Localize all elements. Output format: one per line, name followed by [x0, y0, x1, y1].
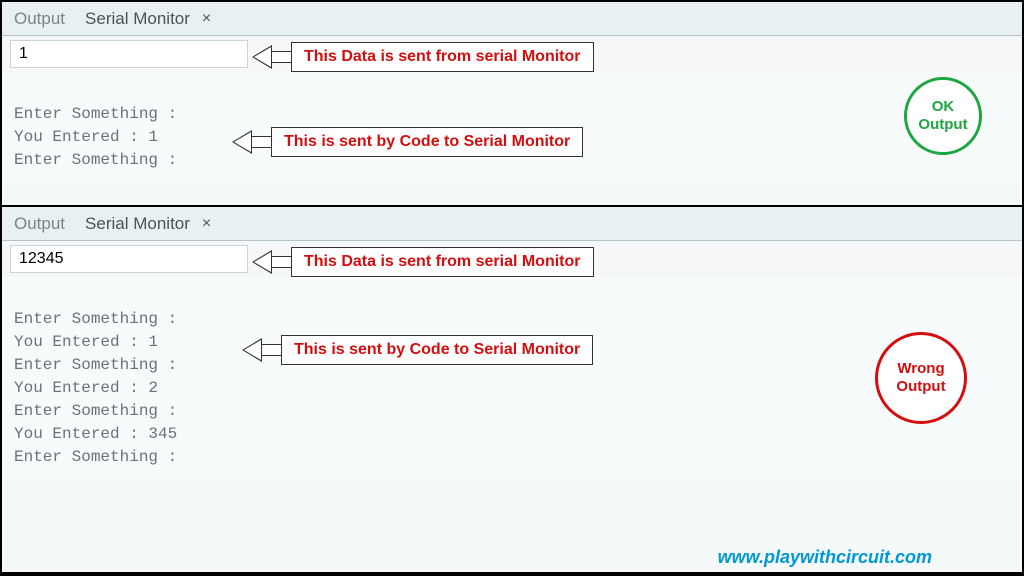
close-icon[interactable]: × [198, 10, 215, 28]
callout-arrow-bottom-2: This is sent by Code to Serial Monitor [242, 335, 593, 365]
tab-bar: Output Serial Monitor × [2, 207, 1022, 241]
panel-ok: Output Serial Monitor × Enter Something … [2, 2, 1022, 207]
tab-serial-monitor[interactable]: Serial Monitor × [85, 214, 215, 234]
arrow-left-icon [252, 45, 272, 69]
callout-label: This Data is sent from serial Monitor [291, 247, 594, 277]
serial-output: Enter Something : You Entered : 1 Enter … [2, 277, 1022, 477]
arrow-stem [261, 344, 281, 356]
arrow-stem [271, 256, 291, 268]
badge-line2: Output [896, 378, 945, 396]
arrow-stem [251, 136, 271, 148]
tab-output[interactable]: Output [14, 9, 65, 29]
callout-label: This is sent by Code to Serial Monitor [271, 127, 583, 157]
serial-input[interactable] [10, 40, 248, 68]
close-icon[interactable]: × [198, 215, 215, 233]
tab-serial-monitor[interactable]: Serial Monitor × [85, 9, 215, 29]
serial-output: Enter Something : You Entered : 1 Enter … [2, 72, 1022, 180]
arrow-stem [271, 51, 291, 63]
serial-input[interactable] [10, 245, 248, 273]
callout-arrow-bottom-1: This Data is sent from serial Monitor [252, 247, 594, 277]
callout-arrow-top-2: This is sent by Code to Serial Monitor [232, 127, 583, 157]
arrow-left-icon [232, 130, 252, 154]
watermark: www.playwithcircuit.com [718, 547, 932, 568]
tab-serial-label: Serial Monitor [85, 9, 190, 29]
badge-ok: OK Output [904, 77, 982, 155]
badge-line2: Output [918, 116, 967, 134]
badge-wrong: Wrong Output [875, 332, 967, 424]
badge-line1: OK [932, 98, 955, 116]
tab-serial-label: Serial Monitor [85, 214, 190, 234]
arrow-left-icon [242, 338, 262, 362]
callout-label: This Data is sent from serial Monitor [291, 42, 594, 72]
callout-arrow-top-1: This Data is sent from serial Monitor [252, 42, 594, 72]
panel-wrong: Output Serial Monitor × Enter Something … [2, 207, 1022, 574]
tab-output[interactable]: Output [14, 214, 65, 234]
tab-bar: Output Serial Monitor × [2, 2, 1022, 36]
callout-label: This is sent by Code to Serial Monitor [281, 335, 593, 365]
arrow-left-icon [252, 250, 272, 274]
badge-line1: Wrong [897, 360, 944, 378]
